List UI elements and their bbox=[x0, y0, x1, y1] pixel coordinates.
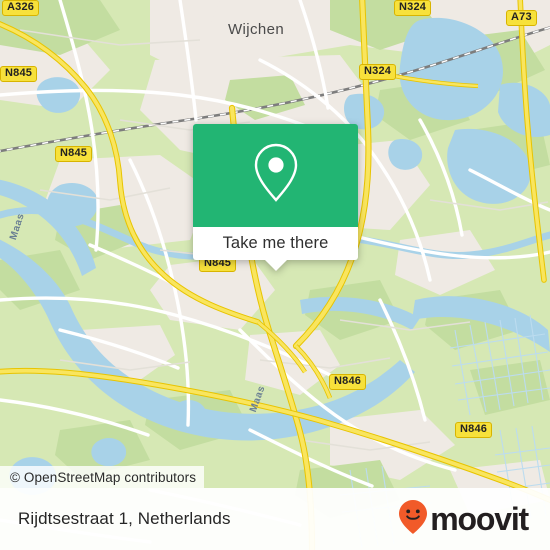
map-pin-icon bbox=[249, 141, 303, 210]
take-me-there-label: Take me there bbox=[222, 234, 329, 252]
road-shield-n845-upper: N845 bbox=[55, 146, 93, 163]
destination-callout-card[interactable]: Take me there bbox=[193, 124, 358, 271]
take-me-there-button[interactable]: Take me there bbox=[193, 227, 358, 260]
map-place-label-wijchen: Wijchen bbox=[228, 21, 285, 38]
moovit-wordmark: moovit bbox=[430, 501, 529, 537]
moovit-logo[interactable]: moovit bbox=[398, 499, 529, 540]
road-shield-n846-left: N846 bbox=[329, 374, 367, 391]
road-shield-n324-upper: N324 bbox=[394, 0, 432, 17]
moovit-pin-smiley-icon bbox=[398, 499, 428, 540]
callout-header bbox=[193, 124, 358, 227]
road-shield-a73: A73 bbox=[506, 10, 537, 27]
footer-bar: Rijdtsestraat 1, Netherlands moovit bbox=[0, 488, 550, 550]
moovit-map-screenshot: Wijchen Maas Maas A326 N845 N845 N324 N3… bbox=[0, 0, 550, 550]
road-shield-n324-lower: N324 bbox=[359, 64, 397, 81]
callout-pointer-tail bbox=[264, 260, 287, 271]
address-label: Rijdtsestraat 1, Netherlands bbox=[18, 509, 231, 528]
road-shield-a326: A326 bbox=[2, 0, 40, 17]
road-shield-n845-west: N845 bbox=[0, 66, 38, 83]
road-shield-n846-right: N846 bbox=[455, 422, 493, 439]
attribution-text: © OpenStreetMap contributors bbox=[10, 469, 197, 485]
map-attribution[interactable]: © OpenStreetMap contributors bbox=[0, 466, 205, 488]
